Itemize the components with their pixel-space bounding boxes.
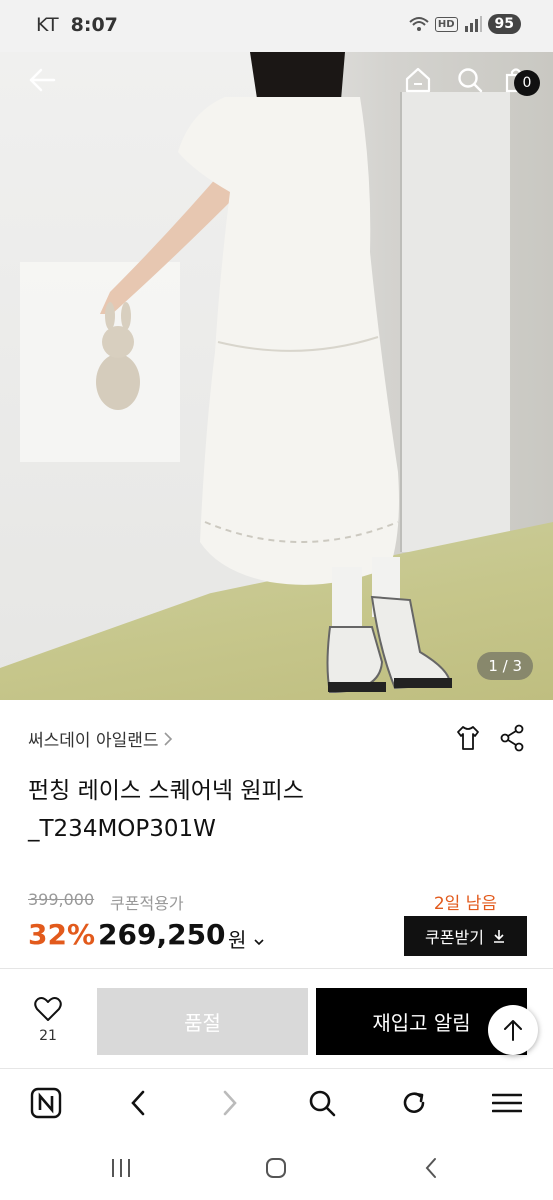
hd-badge: HD — [434, 16, 458, 32]
wifi-icon — [409, 17, 429, 31]
battery-indicator: 95 — [487, 14, 521, 34]
section-divider — [0, 968, 553, 969]
search-icon — [458, 68, 483, 93]
signal-icon — [464, 16, 482, 32]
heart-icon — [34, 997, 62, 1021]
browser-search-button[interactable] — [302, 1083, 342, 1123]
restock-label: 재입고 알림 — [372, 1011, 471, 1035]
hamburger-menu-icon — [492, 1093, 522, 1113]
share-icon[interactable] — [499, 724, 525, 752]
cart-count-badge: 0 — [514, 70, 540, 96]
sale-price: 269,250 — [98, 918, 226, 951]
chevron-right-icon — [223, 1090, 237, 1116]
shirt-size-icon[interactable] — [455, 724, 481, 752]
hero-nav — [0, 52, 553, 112]
browser-back-button[interactable] — [118, 1083, 158, 1123]
carrier-label: KT — [36, 14, 59, 36]
coupon-button-label: 쿠폰받기 — [425, 928, 484, 947]
browser-forward-button[interactable] — [210, 1083, 250, 1123]
chevron-right-icon — [163, 731, 172, 746]
home-button[interactable] — [398, 60, 438, 100]
gallery-page-indicator: 1 / 3 — [477, 652, 533, 680]
days-left-label: 2일 남음 — [433, 894, 497, 914]
download-icon — [493, 930, 504, 943]
status-icons: HD 95 — [409, 14, 521, 34]
discount-rate: 32% — [28, 918, 96, 951]
recent-apps-button[interactable] — [101, 1152, 141, 1184]
browser-refresh-button[interactable] — [394, 1083, 434, 1123]
price-unit-dropdown[interactable]: 원 — [228, 924, 265, 953]
search-icon — [309, 1090, 336, 1117]
coupon-download-button[interactable]: 쿠폰받기 — [404, 916, 527, 956]
wish-count: 21 — [39, 1028, 57, 1044]
product-title-line1: 펀칭 레이스 스퀘어넥 원피스 — [28, 778, 304, 804]
refresh-icon — [403, 1092, 425, 1113]
back-nav-button[interactable] — [411, 1152, 451, 1184]
product-actions — [455, 724, 525, 752]
chevron-down-icon — [254, 939, 264, 946]
model-in-white-dress — [96, 52, 452, 694]
carrier-time: KT 8:07 — [36, 14, 118, 36]
product-image-carousel[interactable]: 1 / 3 — [0, 52, 553, 700]
naver-home-button[interactable] — [26, 1083, 66, 1123]
soldout-button[interactable]: 품절 — [97, 988, 308, 1055]
recent-apps-icon — [112, 1159, 130, 1177]
brand-name: 써스데이 아일랜드 — [28, 731, 159, 751]
coupon-applied-label: 쿠폰적용가 — [110, 894, 184, 913]
home-nav-button[interactable] — [256, 1152, 296, 1184]
back-chevron-icon — [425, 1158, 436, 1178]
back-button[interactable] — [22, 60, 62, 100]
home-icon — [405, 67, 431, 93]
home-circle-icon — [266, 1158, 286, 1178]
browser-menu-button[interactable] — [487, 1083, 527, 1123]
product-title: 펀칭 레이스 스퀘어넥 원피스 _T234MOP301W — [28, 772, 508, 848]
search-button[interactable] — [450, 60, 490, 100]
system-navigation-bar — [0, 1136, 553, 1200]
price-unit: 원 — [228, 928, 247, 952]
browser-toolbar — [0, 1068, 553, 1136]
arrow-left-icon — [29, 68, 56, 92]
product-title-line2: _T234MOP301W — [28, 816, 216, 842]
arrow-up-icon — [504, 1020, 522, 1041]
naver-n-icon — [30, 1087, 62, 1119]
brand-link[interactable]: 써스데이 아일랜드 — [28, 726, 173, 751]
clock: 8:07 — [70, 14, 118, 36]
scroll-to-top-button[interactable] — [488, 1005, 538, 1055]
wishlist-button[interactable]: 21 — [22, 996, 74, 1044]
chevron-left-icon — [131, 1090, 145, 1116]
original-price: 399,000 — [28, 890, 95, 909]
status-bar: KT 8:07 HD 95 — [0, 0, 553, 52]
